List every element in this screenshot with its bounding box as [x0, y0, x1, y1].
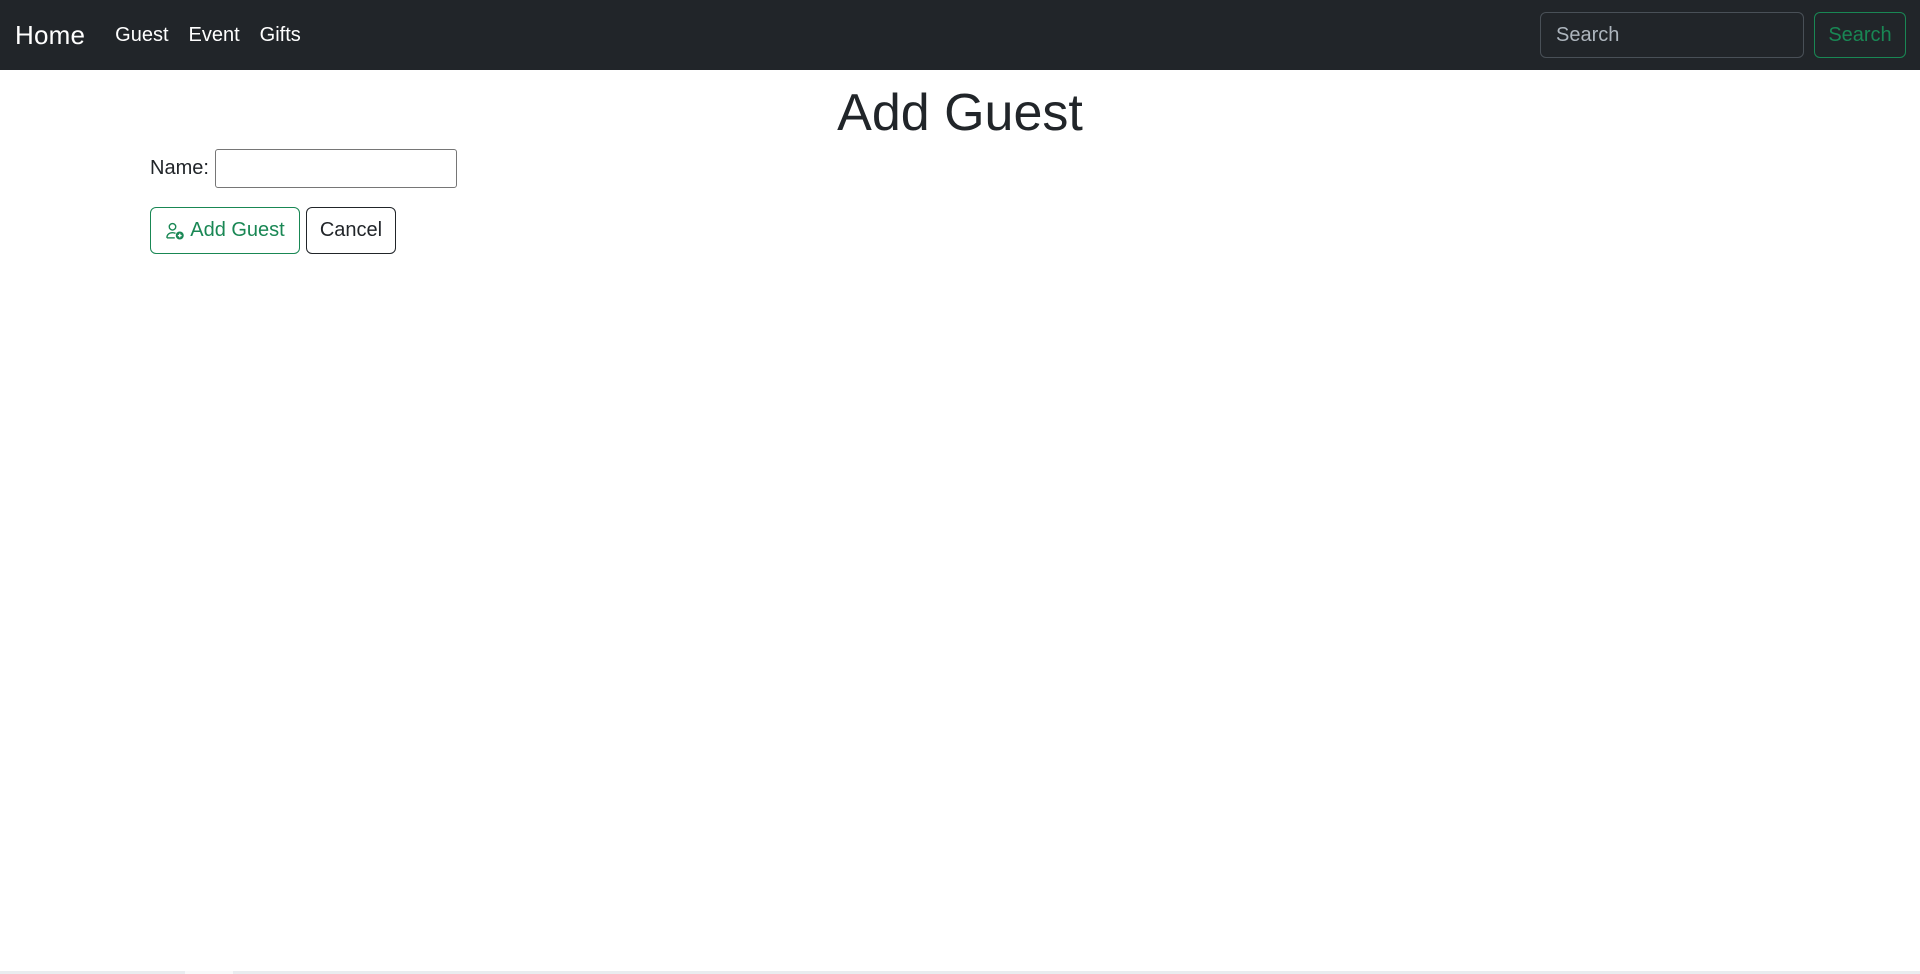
nav-item-event: Event — [189, 24, 240, 47]
nav-link-gifts[interactable]: Gifts — [260, 24, 301, 46]
search-input[interactable] — [1540, 12, 1804, 58]
nav-item-guest: Guest — [115, 24, 168, 47]
person-plus-icon — [165, 221, 185, 241]
nav-item-gifts: Gifts — [260, 24, 301, 47]
page-title: Add Guest — [837, 84, 1083, 142]
cancel-button[interactable]: Cancel — [306, 207, 396, 254]
nav-search-form: Search — [1540, 12, 1906, 58]
name-row: Name: — [150, 149, 457, 188]
add-guest-button-label: Add Guest — [190, 219, 285, 241]
nav-link-event[interactable]: Event — [189, 24, 240, 46]
nav-link-guest[interactable]: Guest — [115, 24, 168, 46]
name-label: Name: — [150, 157, 209, 179]
nav-links: Guest Event Gifts — [115, 24, 301, 47]
add-guest-button[interactable]: Add Guest — [150, 207, 300, 254]
name-input[interactable] — [214, 149, 457, 188]
search-button[interactable]: Search — [1814, 12, 1906, 58]
add-guest-form: Name: Add Guest Cancel — [150, 149, 457, 254]
navbar: Home Guest Event Gifts Search — [0, 0, 1920, 70]
brand-home-link[interactable]: Home — [15, 20, 85, 51]
form-actions: Add Guest Cancel — [150, 207, 457, 254]
